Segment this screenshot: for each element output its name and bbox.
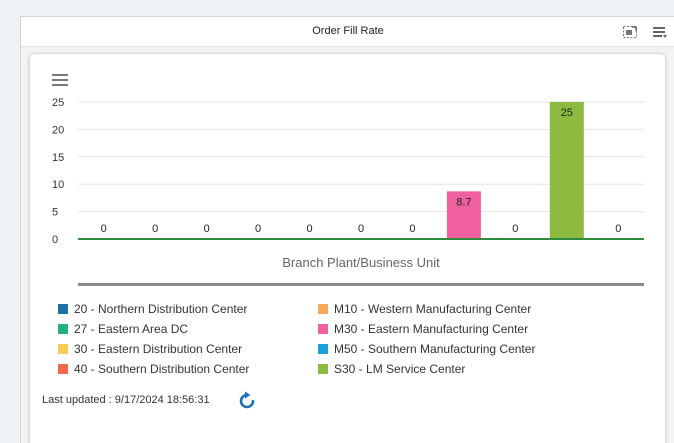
list-options-icon[interactable] [651,23,669,41]
last-updated-text: Last updated : 9/17/2024 18:56:31 [42,394,210,406]
legend-item[interactable]: M30 - Eastern Manufacturing Center [318,322,528,336]
y-tick-label: 10 [52,179,64,191]
y-tick-label: 25 [52,97,64,109]
bar [549,102,584,239]
legend-label: M50 - Southern Manufacturing Center [334,342,536,356]
y-tick-label: 5 [52,207,58,219]
legend-label: 20 - Northern Distribution Center [74,302,248,316]
legend-swatch [318,304,328,314]
data-label: 0 [512,223,518,235]
x-axis-divider [78,283,644,286]
data-label: 0 [152,223,158,235]
refresh-icon[interactable] [236,390,258,412]
legend-label: 40 - Southern Distribution Center [74,362,250,376]
data-label: 8.7 [456,196,471,208]
legend-swatch [318,344,328,354]
legend-swatch [58,304,68,314]
legend-item[interactable]: 40 - Southern Distribution Center [58,362,249,376]
y-tick-label: 0 [52,234,58,246]
data-label: 25 [561,107,573,119]
data-label: 0 [101,223,107,235]
data-label: 0 [204,223,210,235]
y-tick-label: 15 [52,152,64,164]
data-label: 0 [409,223,415,235]
widget-title: Order Fill Rate [312,25,384,37]
legend-swatch [58,324,68,334]
legend-item[interactable]: 27 - Eastern Area DC [58,322,188,336]
legend-item[interactable]: 20 - Northern Distribution Center [58,302,247,316]
legend-swatch [58,344,68,354]
data-label: 0 [615,223,621,235]
expand-icon[interactable] [621,23,639,41]
x-axis-title: Branch Plant/Business Unit [282,255,440,270]
data-label: 0 [358,223,364,235]
legend-label: M30 - Eastern Manufacturing Center [334,322,529,336]
legend-label: 30 - Eastern Distribution Center [74,342,243,356]
data-label: 0 [255,223,261,235]
legend-label: 27 - Eastern Area DC [74,322,189,336]
legend-label: M10 - Western Manufacturing Center [334,302,532,316]
legend-item[interactable]: M10 - Western Manufacturing Center [318,302,531,316]
legend-swatch [318,364,328,374]
legend-label: S30 - LM Service Center [334,362,466,376]
y-tick-label: 20 [52,124,64,136]
legend-item[interactable]: 30 - Eastern Distribution Center [58,342,242,356]
data-label: 0 [306,223,312,235]
widget-header: Order Fill Rate [21,17,674,47]
chart-card: 0 5 10 15 20 25 0 0 0 0 0 0 0 8.7 0 25 0 Branch Plant/Bu… [29,53,666,443]
widget-container: Order Fill Rate 0 5 10 15 20 25 0 0 0 0 0 0 0 8.7 0 25 0… [20,16,674,443]
legend-item[interactable]: M50 - Southern Manufacturing Center [318,342,535,356]
legend-swatch [318,324,328,334]
legend-swatch [58,364,68,374]
legend-item[interactable]: S30 - LM Service Center [318,362,465,376]
bar-chart: 0 5 10 15 20 25 0 0 0 0 0 0 0 8.7 0 25 0 [52,97,644,246]
